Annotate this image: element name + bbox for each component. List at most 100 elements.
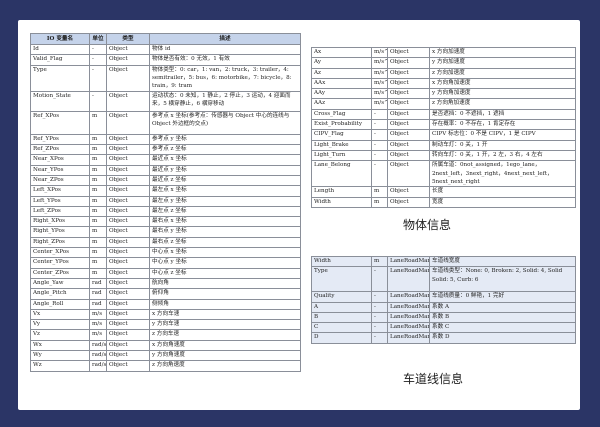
cell-name: Width bbox=[311, 255, 372, 268]
cell-type: Object bbox=[387, 196, 430, 209]
cell-desc: 俯仰角 bbox=[149, 288, 301, 300]
cell-desc: 物体 id bbox=[149, 43, 301, 56]
cell-name: Motion_State bbox=[30, 90, 90, 112]
cell-type: Object bbox=[106, 54, 150, 66]
cell-name: Light_Turn bbox=[311, 149, 372, 162]
table-row: AAxm/s^2Objectx 方向角加速度 bbox=[311, 77, 576, 90]
cell-name: Length bbox=[311, 186, 372, 198]
cell-desc: 存在概率：0 不存在，1 肯定存在 bbox=[429, 119, 576, 131]
cell-name: Center_ZPos bbox=[30, 267, 90, 279]
header-name: IO 变量名 bbox=[30, 33, 90, 45]
cell-name: Vy bbox=[30, 319, 90, 331]
cell-unit: - bbox=[371, 149, 388, 162]
cell-desc: 最近点 x 坐标 bbox=[149, 154, 301, 166]
cell-type: LaneRoadMark bbox=[387, 332, 430, 344]
cell-type: LaneRoadMark bbox=[387, 291, 430, 303]
cell-desc: y 方向加速度 bbox=[429, 57, 576, 69]
cell-name: Exist_Probability bbox=[311, 119, 372, 131]
cell-desc: 参考点 y 坐标 bbox=[149, 133, 301, 146]
table-row: Motion_State - Object 运动状态：0 未知，1 静止，2 停止，3… bbox=[30, 90, 301, 112]
cell-name: Right_YPos bbox=[30, 226, 90, 238]
cell-desc: 系数 C bbox=[429, 322, 576, 334]
cell-desc: 车道线宽度 bbox=[429, 255, 576, 268]
cell-desc: z 方向加速度 bbox=[429, 67, 576, 79]
table-row: Near_YPos m Object 最近点 y 坐标 bbox=[30, 164, 301, 177]
lane-info-caption: 车道线信息 bbox=[403, 372, 464, 386]
cell-desc: y 方向车速 bbox=[149, 319, 301, 331]
cell-desc: CIPV 标志位：0 不是 CIPV，1 是 CIPV bbox=[429, 129, 576, 141]
cell-type: Object bbox=[106, 247, 150, 259]
cell-unit: rad bbox=[89, 298, 107, 310]
cell-type: Object bbox=[387, 57, 430, 69]
table-row: Light_Turn - Object 转向车灯：0 关，1 开，2 左，3 右，4 … bbox=[311, 149, 576, 162]
cell-type: Object bbox=[387, 108, 430, 121]
cell-name: Angle_Yaw bbox=[30, 277, 90, 290]
cell-desc: 中心点 z 坐标 bbox=[149, 267, 301, 279]
cell-type: LaneRoadMark bbox=[387, 311, 430, 324]
cell-unit: - bbox=[371, 266, 388, 293]
table-row: Center_YPos m Object 中心点 y 坐标 bbox=[30, 257, 301, 269]
cell-unit: rad/s bbox=[89, 350, 107, 362]
cell-type: Object bbox=[106, 43, 150, 56]
cell-type: Object bbox=[106, 360, 150, 372]
cell-type: Object bbox=[387, 98, 430, 110]
cell-type: Object bbox=[106, 350, 150, 362]
cell-unit: m bbox=[89, 247, 107, 259]
cell-type: Object bbox=[387, 139, 430, 151]
cell-name: Valid_Flag bbox=[30, 54, 90, 66]
cell-name: Id bbox=[30, 43, 90, 56]
cell-unit: m bbox=[371, 255, 388, 268]
cell-type: Object bbox=[106, 110, 150, 135]
cell-desc: 制动车灯：0 关，1 开 bbox=[429, 139, 576, 151]
table-header-row: IO 变量名 单位 类型 描述 bbox=[30, 33, 301, 45]
table-row: Angle_Roll rad Object 侧倾角 bbox=[30, 298, 301, 310]
cell-type: Object bbox=[106, 236, 150, 249]
cell-desc: y 方向角加速度 bbox=[429, 88, 576, 100]
cell-unit: - bbox=[371, 119, 388, 131]
object-io-table-right: Axm/s^2Objectx 方向加速度Aym/s^2Objecty 方向加速度… bbox=[311, 46, 576, 209]
cell-name: AAz bbox=[311, 98, 372, 110]
cell-desc: 是否遮挡：0 不遮挡，1 遮挡 bbox=[429, 108, 576, 121]
table-row: Right_YPos m Object 最右点 y 坐标 bbox=[30, 226, 301, 238]
table-row: Right_XPos m Object 最右点 x 坐标 bbox=[30, 216, 301, 228]
cell-unit: m/s^2 bbox=[371, 77, 388, 90]
cell-type: Object bbox=[106, 164, 150, 177]
table-row: Vy m/s Object y 方向车速 bbox=[30, 319, 301, 331]
cell-type: Object bbox=[106, 257, 150, 269]
cell-type: LaneRoadMark bbox=[387, 322, 430, 334]
cell-desc: 系数 A bbox=[429, 301, 576, 313]
cell-type: LaneRoadMark bbox=[387, 266, 430, 293]
table-row: D - LaneRoadMark 系数 D bbox=[311, 332, 576, 344]
cell-name: Left_XPos bbox=[30, 185, 90, 197]
cell-desc: 物体类型：0: car，1: van，2: truck，3: trailer，4… bbox=[149, 64, 301, 92]
table-row: Left_XPos m Object 最左点 x 坐标 bbox=[30, 185, 301, 197]
cell-name: AAy bbox=[311, 88, 372, 100]
cell-unit: rad bbox=[89, 277, 107, 290]
cell-desc: z 方向角速度 bbox=[149, 360, 301, 372]
cell-desc: 航向角 bbox=[149, 277, 301, 290]
cell-name: Quality bbox=[311, 291, 372, 303]
cell-type: Object bbox=[387, 67, 430, 79]
cell-name: Angle_Pitch bbox=[30, 288, 90, 300]
cell-unit: - bbox=[89, 90, 107, 112]
table-row: Ref_YPos m Object 参考点 y 坐标 bbox=[30, 133, 301, 146]
cell-type: Object bbox=[387, 77, 430, 90]
cell-type: Object bbox=[387, 46, 430, 59]
cell-unit: m bbox=[89, 174, 107, 187]
table-row: Right_ZPos m Object 最右点 z 坐标 bbox=[30, 236, 301, 249]
table-row: Quality - LaneRoadMark 车道线质量：0 鲜艳，1 完好 bbox=[311, 291, 576, 303]
cell-desc: 车道线质量：0 鲜艳，1 完好 bbox=[429, 291, 576, 303]
cell-unit: m bbox=[371, 196, 388, 209]
table-row: Type - LaneRoadMark 车道线类型：None: 0, Broken: … bbox=[311, 266, 576, 293]
table-row: Left_YPos m Object 最左点 y 坐标 bbox=[30, 195, 301, 207]
cell-desc: 最右点 z 坐标 bbox=[149, 236, 301, 249]
cell-desc: 最左点 z 坐标 bbox=[149, 205, 301, 218]
cell-unit: - bbox=[371, 322, 388, 334]
cell-name: Near_XPos bbox=[30, 154, 90, 166]
cell-unit: - bbox=[371, 139, 388, 151]
cell-unit: m/s bbox=[89, 329, 107, 341]
cell-name: Ay bbox=[311, 57, 372, 69]
cell-unit: m bbox=[89, 195, 107, 207]
cell-type: Object bbox=[106, 144, 150, 156]
cell-desc: 所属车道：0not_assigned，1ego_lane，2next_left，… bbox=[429, 160, 576, 188]
